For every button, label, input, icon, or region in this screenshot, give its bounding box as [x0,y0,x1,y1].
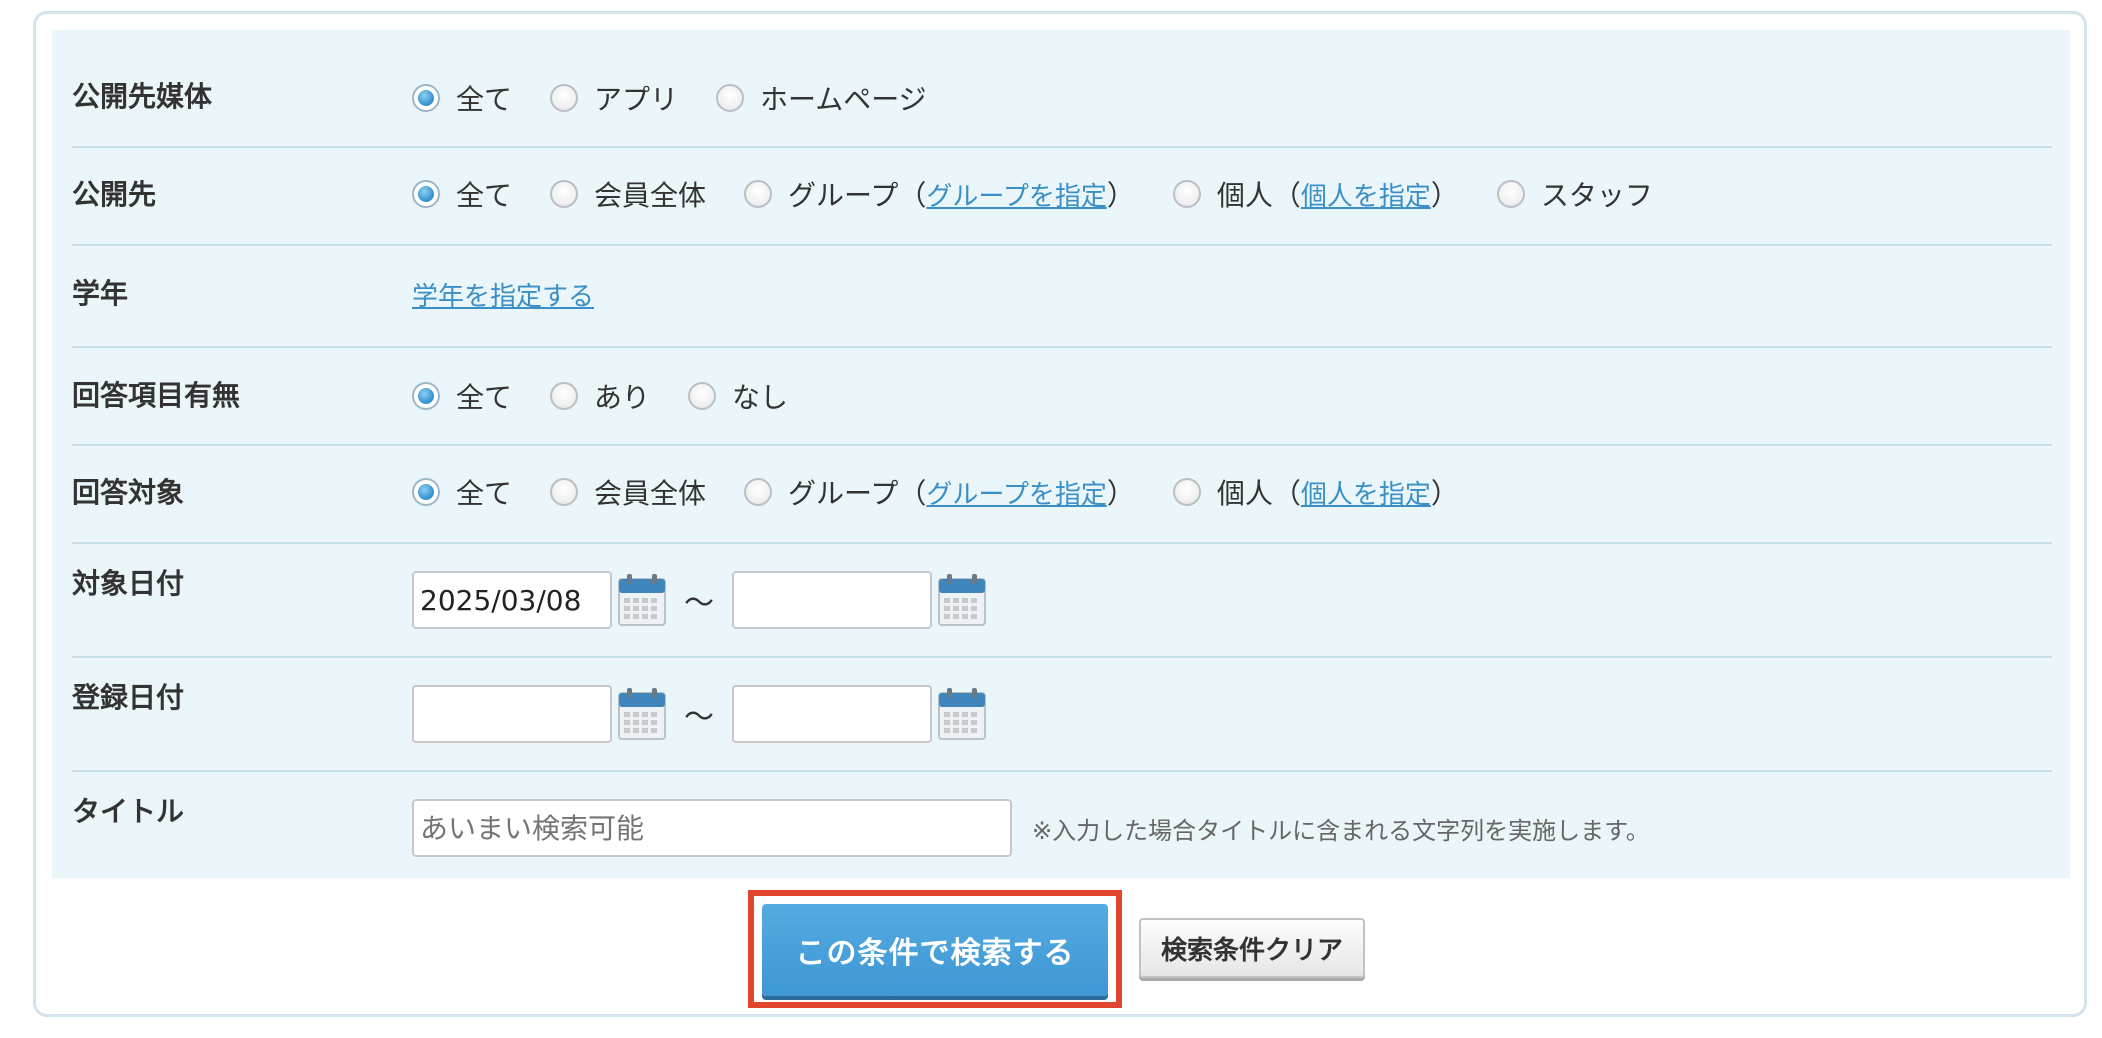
answer-target-individual-select-link[interactable]: 個人を指定 [1301,474,1431,511]
registered-date-label: 登録日付 [72,681,185,714]
row-media: 公開先媒体 全て アプリ ホームページ [72,30,2052,148]
row-target-date: 対象日付 〜 [72,542,2052,658]
radio-icon[interactable] [716,84,745,112]
answer-target-label: 回答対象 [72,476,185,509]
answer-target-option-all[interactable]: 全て [412,472,512,512]
media-option-app[interactable]: アプリ [550,78,678,118]
grade-select-link[interactable]: 学年を指定する [412,276,594,313]
date-range-separator: 〜 [684,700,714,735]
radio-icon[interactable] [1172,478,1201,506]
audience-option-individual[interactable]: 個人 （ 個人を指定 ） [1172,174,1459,214]
audience-label: 公開先 [72,178,157,211]
title-label: タイトル [72,795,185,828]
audience-individual-select-link[interactable]: 個人を指定 [1301,176,1431,213]
row-grade: 学年 学年を指定する [72,244,2052,348]
answer-items-option-all[interactable]: 全て [412,376,512,416]
media-option-homepage[interactable]: ホームページ [716,78,927,118]
answer-items-label: 回答項目有無 [72,379,241,412]
radio-checked-icon[interactable] [412,382,440,410]
grade-label: 学年 [72,277,129,310]
search-button-highlight: この条件で検索する [748,890,1122,1008]
answer-items-option-yes[interactable]: あり [550,376,650,416]
date-range-separator: 〜 [684,586,714,621]
radio-icon[interactable] [550,84,579,112]
row-title: タイトル ※入力した場合タイトルに含まれる文字列を実施します。 [72,770,2052,878]
calendar-icon[interactable] [938,573,986,627]
radio-checked-icon[interactable] [412,478,440,506]
row-registered-date: 登録日付 〜 [72,656,2052,772]
radio-checked-icon[interactable] [412,180,440,208]
radio-icon[interactable] [550,478,579,506]
row-audience: 公開先 全て 会員全体 グループ （ グループを指定 ） 個人 （ 個人を指定 … [72,146,2052,246]
radio-icon[interactable] [744,478,773,506]
radio-icon[interactable] [1496,180,1525,208]
search-form: 公開先媒体 全て アプリ ホームページ 公開先 全て 会員全体 グループ （ グ… [52,30,2070,878]
answer-target-option-individual[interactable]: 個人 （ 個人を指定 ） [1172,472,1459,512]
answer-target-group-select-link[interactable]: グループを指定 [926,474,1106,511]
search-button[interactable]: この条件で検索する [762,904,1108,996]
radio-icon[interactable] [550,382,579,410]
media-label: 公開先媒体 [72,80,213,113]
radio-icon[interactable] [688,382,717,410]
media-options: 全て アプリ ホームページ [412,70,965,126]
title-search-note: ※入力した場合タイトルに含まれる文字列を実施します。 [1032,816,1650,845]
audience-group-select-link[interactable]: グループを指定 [926,176,1106,213]
audience-options: 全て 会員全体 グループ （ グループを指定 ） 個人 （ 個人を指定 ） スタ… [412,166,1691,222]
registered-date-to-input[interactable] [732,685,932,743]
audience-option-all[interactable]: 全て [412,174,512,214]
row-answer-items: 回答項目有無 全て あり なし [72,346,2052,446]
radio-icon[interactable] [744,180,773,208]
target-date-to-input[interactable] [732,571,932,629]
calendar-icon[interactable] [938,687,986,741]
media-option-all[interactable]: 全て [412,78,512,118]
answer-target-option-group[interactable]: グループ （ グループを指定 ） [744,472,1135,512]
answer-target-option-all-members[interactable]: 会員全体 [550,472,706,512]
answer-items-option-no[interactable]: なし [688,376,788,416]
radio-checked-icon[interactable] [412,84,440,112]
title-search-input[interactable] [412,799,1012,857]
radio-icon[interactable] [1172,180,1201,208]
calendar-icon[interactable] [618,573,666,627]
audience-option-staff[interactable]: スタッフ [1496,174,1653,214]
row-answer-target: 回答対象 全て 会員全体 グループ （ グループを指定 ） 個人 （ 個人を指定… [72,444,2052,544]
calendar-icon[interactable] [618,687,666,741]
audience-option-all-members[interactable]: 会員全体 [550,174,706,214]
radio-icon[interactable] [550,180,579,208]
registered-date-from-input[interactable] [412,685,612,743]
clear-conditions-button[interactable]: 検索条件クリア [1139,918,1365,978]
target-date-label: 対象日付 [72,567,185,600]
audience-option-group[interactable]: グループ （ グループを指定 ） [744,174,1135,214]
target-date-from-input[interactable] [412,571,612,629]
